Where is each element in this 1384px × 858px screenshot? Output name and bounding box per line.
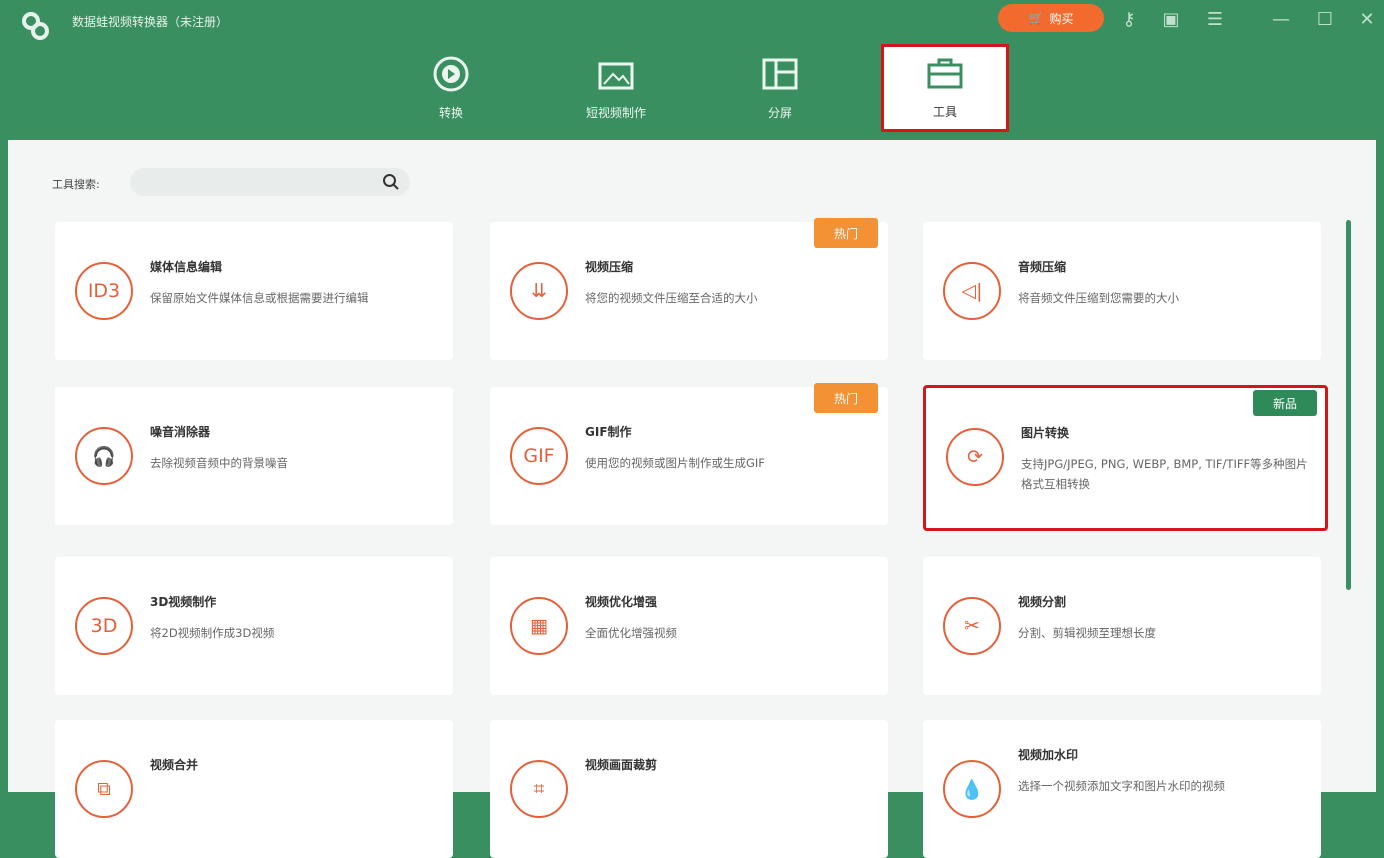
enhance-icon: ▦ [510,597,568,655]
tool-title: 视频分割 [1018,595,1067,609]
tool-card-noise-remover[interactable]: 🎧 噪音消除器去除视频音频中的背景噪音 [55,387,453,525]
compress-icon: ⇊ [510,262,568,320]
tool-title: 3D视频制作 [150,595,217,609]
tool-desc: 去除视频音频中的背景噪音 [150,456,288,470]
tool-desc: 保留原始文件媒体信息或根据需要进行编辑 [150,291,369,305]
title-bar: 数据蛙视频转换器（未注册） 🛒 购买 ⚷ ▣ ☰ — ☐ ✕ 转换 短视频制作 分… [0,0,1384,140]
feedback-icon[interactable]: ▣ [1158,8,1184,32]
tab-label: 工具 [932,105,957,119]
tool-desc: 全面优化增强视频 [585,626,677,640]
crop-icon: ⌗ [510,760,568,818]
tool-title: 视频合并 [150,758,199,772]
tool-card-video-compress[interactable]: 热门 ⇊ 视频压缩将您的视频文件压缩至合适的大小 [490,218,888,360]
image-convert-icon: ⟳ [946,428,1004,486]
tool-title: 图片转换 [1021,426,1070,440]
tool-desc: 支持JPG/JPEG, PNG, WEBP, BMP, TIF/TIFF等多种图… [1021,457,1308,491]
tool-title: 噪音消除器 [150,425,211,439]
tool-desc: 分割、剪辑视频至理想长度 [1018,626,1156,640]
tool-title: 视频优化增强 [585,595,658,609]
3d-icon: 3D [75,597,133,655]
buy-label: 购买 [1049,11,1074,26]
audio-compress-icon: ◁| [943,262,1001,320]
tab-label: 转换 [438,106,463,120]
search-icon[interactable] [382,173,400,191]
tool-card-video-crop[interactable]: ⌗ 视频画面裁剪 [490,720,888,858]
hot-badge: 热门 [814,218,878,248]
scissors-icon: ✂ [943,597,1001,655]
gif-icon: GIF [510,427,568,485]
tool-card-image-convert[interactable]: 新品 ⟳ 图片转换支持JPG/JPEG, PNG, WEBP, BMP, TIF/T… [923,385,1328,531]
tool-title: 媒体信息编辑 [150,260,223,274]
search-label: 工具搜索: [52,178,100,191]
toolbox-icon [927,58,963,89]
tool-title: 视频画面裁剪 [585,758,658,772]
split-screen-icon [762,58,798,90]
tool-desc: 使用您的视频或图片制作或生成GIF [585,456,765,470]
tab-split-screen[interactable]: 分屏 [720,48,840,128]
buy-button[interactable]: 🛒 购买 [998,4,1104,32]
tool-title: GIF制作 [585,425,632,439]
tool-title: 视频压缩 [585,260,634,274]
scrollbar[interactable] [1346,220,1351,590]
id3-icon: ID3 [75,262,133,320]
tv-icon [598,62,634,90]
tab-convert[interactable]: 转换 [391,48,511,128]
hot-badge: 热门 [814,383,878,413]
maximize-icon[interactable]: ☐ [1312,8,1338,32]
tool-card-video-merge[interactable]: ⧉ 视频合并 [55,720,453,858]
tool-card-video-watermark[interactable]: 💧 视频加水印选择一个视频添加文字和图片水印的视频 [923,720,1321,858]
app-title: 数据蛙视频转换器（未注册） [72,15,229,29]
tab-tools[interactable]: 工具 [881,44,1009,132]
tab-label: 短视频制作 [585,106,646,120]
app-logo-icon [22,12,49,40]
tool-card-video-enhance[interactable]: ▦ 视频优化增强全面优化增强视频 [490,557,888,695]
new-badge: 新品 [1253,390,1317,416]
tool-title: 视频加水印 [1018,748,1079,762]
tool-desc: 将音频文件压缩到您需要的大小 [1018,291,1179,305]
tool-card-video-split[interactable]: ✂ 视频分割分割、剪辑视频至理想长度 [923,557,1321,695]
tool-card-3d-maker[interactable]: 3D 3D视频制作将2D视频制作成3D视频 [55,557,453,695]
headphones-icon: 🎧 [75,427,133,485]
watermark-icon: 💧 [943,760,1001,818]
tool-search-input[interactable] [130,168,410,196]
tab-short-video[interactable]: 短视频制作 [556,48,676,128]
tool-desc: 将您的视频文件压缩至合适的大小 [585,291,758,305]
convert-icon [433,56,469,92]
tool-title: 音频压缩 [1018,260,1067,274]
close-icon[interactable]: ✕ [1354,8,1380,32]
tool-card-gif-maker[interactable]: 热门 GIF GIF制作使用您的视频或图片制作或生成GIF [490,383,888,525]
tool-desc: 选择一个视频添加文字和图片水印的视频 [1018,779,1225,793]
tool-desc: 将2D视频制作成3D视频 [150,626,275,640]
minimize-icon[interactable]: — [1268,8,1294,32]
merge-icon: ⧉ [75,760,133,818]
tab-label: 分屏 [767,106,792,120]
tool-card-media-info[interactable]: ID3 媒体信息编辑保留原始文件媒体信息或根据需要进行编辑 [55,222,453,360]
cart-icon: 🛒 [1028,11,1044,25]
tools-panel: 工具搜索: ID3 媒体信息编辑保留原始文件媒体信息或根据需要进行编辑 热门 ⇊ 视频… [8,140,1376,858]
tool-card-audio-compress[interactable]: ◁| 音频压缩将音频文件压缩到您需要的大小 [923,222,1321,360]
key-icon[interactable]: ⚷ [1116,8,1142,32]
menu-icon[interactable]: ☰ [1202,8,1228,32]
